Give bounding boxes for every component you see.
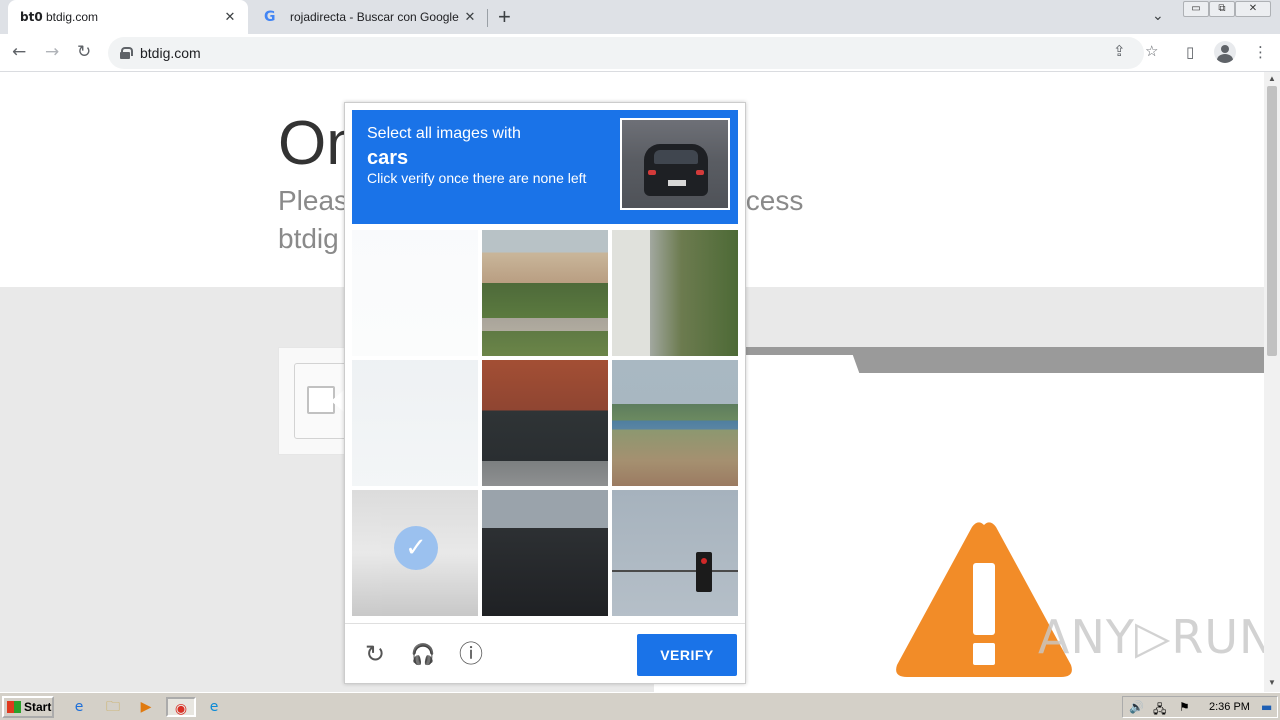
scroll-down-arrow-icon[interactable]: ▼	[1268, 678, 1276, 687]
action-center-flag-icon[interactable]: ⚑	[1179, 700, 1190, 714]
ie-icon[interactable]: e	[68, 697, 90, 717]
sample-car-plate	[668, 180, 686, 186]
challenge-image-grid: ✓	[352, 230, 738, 616]
window-close-button[interactable]: ✕	[1235, 1, 1271, 17]
page-scrollbar[interactable]: ▲ ▼	[1264, 72, 1280, 692]
network-icon[interactable]: 🖧	[1153, 700, 1166, 720]
system-tray: 🔊 🖧 ⚑ 2:36 PM ▬	[1122, 696, 1278, 718]
traffic-light-pole	[612, 570, 738, 572]
google-favicon-icon: G	[264, 9, 276, 25]
captcha-pointer	[331, 390, 344, 412]
subtitle-left: Pleas	[278, 185, 349, 216]
share-icon[interactable]: ⇪	[1113, 42, 1126, 60]
image-tile-6[interactable]	[612, 360, 738, 486]
image-tile-7[interactable]: ✓	[352, 490, 478, 616]
image-tile-8[interactable]	[482, 490, 608, 616]
chrome-menu-icon[interactable]: ⋮	[1253, 43, 1268, 61]
challenge-target: cars	[367, 147, 409, 169]
reload-icon[interactable]: ↻	[77, 42, 91, 62]
traffic-light-red	[701, 558, 707, 564]
new-tab-button[interactable]: +	[498, 4, 511, 30]
browser-toolbar: ← → ↻ btdig.com ⇪ ☆ ▯ ⋮	[0, 34, 1280, 72]
tab-close-icon[interactable]: ✕	[220, 9, 240, 25]
tab-close-icon[interactable]: ✕	[460, 9, 480, 25]
image-tile-5[interactable]	[482, 360, 608, 486]
tile-selected-check-icon: ✓	[394, 526, 438, 570]
subtitle-line2: btdig	[278, 223, 339, 254]
challenge-hint: Click verify once there are none left	[367, 170, 587, 186]
challenge-instruction: Select all images with	[367, 125, 521, 142]
image-tile-2[interactable]	[482, 230, 608, 356]
anyrun-watermark: ANY▷RUN	[1038, 610, 1264, 664]
chrome-icon[interactable]: ◉	[166, 697, 196, 717]
tab-btdig[interactable]: bt0 btdig.com ✕	[8, 0, 248, 34]
tab-google-search[interactable]: G rojadirecta - Buscar con Google ✕	[252, 0, 488, 34]
sample-car-window	[654, 150, 698, 164]
tab-separator	[487, 9, 488, 27]
show-desktop-icon[interactable]: ▬	[1261, 700, 1272, 714]
forward-arrow-icon[interactable]: →	[45, 42, 59, 62]
btdig-favicon-icon: bt0	[20, 10, 43, 24]
image-tile-4[interactable]	[352, 360, 478, 486]
bookmark-star-icon[interactable]: ☆	[1145, 42, 1158, 60]
image-tile-1[interactable]	[352, 230, 478, 356]
profile-avatar-icon[interactable]	[1214, 41, 1236, 63]
media-player-icon[interactable]: ▶	[135, 697, 157, 717]
tab-title: btdig.com	[46, 10, 99, 24]
start-button[interactable]: Start	[2, 696, 54, 718]
recaptcha-challenge: Select all images with cars Click verify…	[344, 102, 746, 684]
minimize-button[interactable]: ▭	[1183, 1, 1209, 17]
image-tile-9[interactable]	[612, 490, 738, 616]
scroll-thumb[interactable]	[1267, 86, 1277, 356]
challenge-footer: ↻ 🎧 ⓘ VERIFY	[345, 623, 745, 683]
start-label: Start	[24, 700, 52, 714]
address-bar[interactable]: btdig.com	[108, 37, 1144, 69]
sample-car-image	[620, 118, 730, 210]
audio-challenge-icon[interactable]: 🎧	[407, 638, 439, 670]
tab-search-chevron-icon[interactable]: ⌄	[1152, 7, 1164, 24]
side-panel-icon[interactable]: ▯	[1186, 43, 1194, 61]
windows-taskbar: Start e 🗀 ▶ ◉ e 🔊 🖧 ⚑ 2:36 PM ▬	[0, 692, 1280, 720]
verify-button[interactable]: VERIFY	[637, 634, 737, 676]
edge-icon[interactable]: e	[203, 697, 225, 717]
sample-car-taillight	[696, 170, 704, 175]
windows-logo-icon	[7, 701, 21, 713]
taskbar-clock[interactable]: 2:36 PM	[1209, 701, 1250, 713]
info-icon[interactable]: ⓘ	[455, 638, 487, 670]
browser-mock-tab	[740, 355, 860, 375]
reload-challenge-icon[interactable]: ↻	[359, 638, 391, 670]
url-text[interactable]: btdig.com	[140, 45, 201, 61]
tab-title: rojadirecta - Buscar con Google	[290, 10, 459, 24]
sample-car-taillight	[648, 170, 656, 175]
lock-icon[interactable]	[120, 47, 133, 59]
back-arrow-icon[interactable]: ←	[12, 42, 26, 62]
challenge-header: Select all images with cars Click verify…	[352, 110, 738, 224]
volume-icon[interactable]: 🔊	[1129, 700, 1144, 714]
explorer-folder-icon[interactable]: 🗀	[102, 697, 124, 717]
image-tile-3[interactable]	[612, 230, 738, 356]
restore-button[interactable]: ⧉	[1209, 1, 1235, 17]
scroll-up-arrow-icon[interactable]: ▲	[1268, 74, 1276, 83]
tab-strip: bt0 btdig.com ✕ G rojadirecta - Buscar c…	[0, 0, 1280, 34]
